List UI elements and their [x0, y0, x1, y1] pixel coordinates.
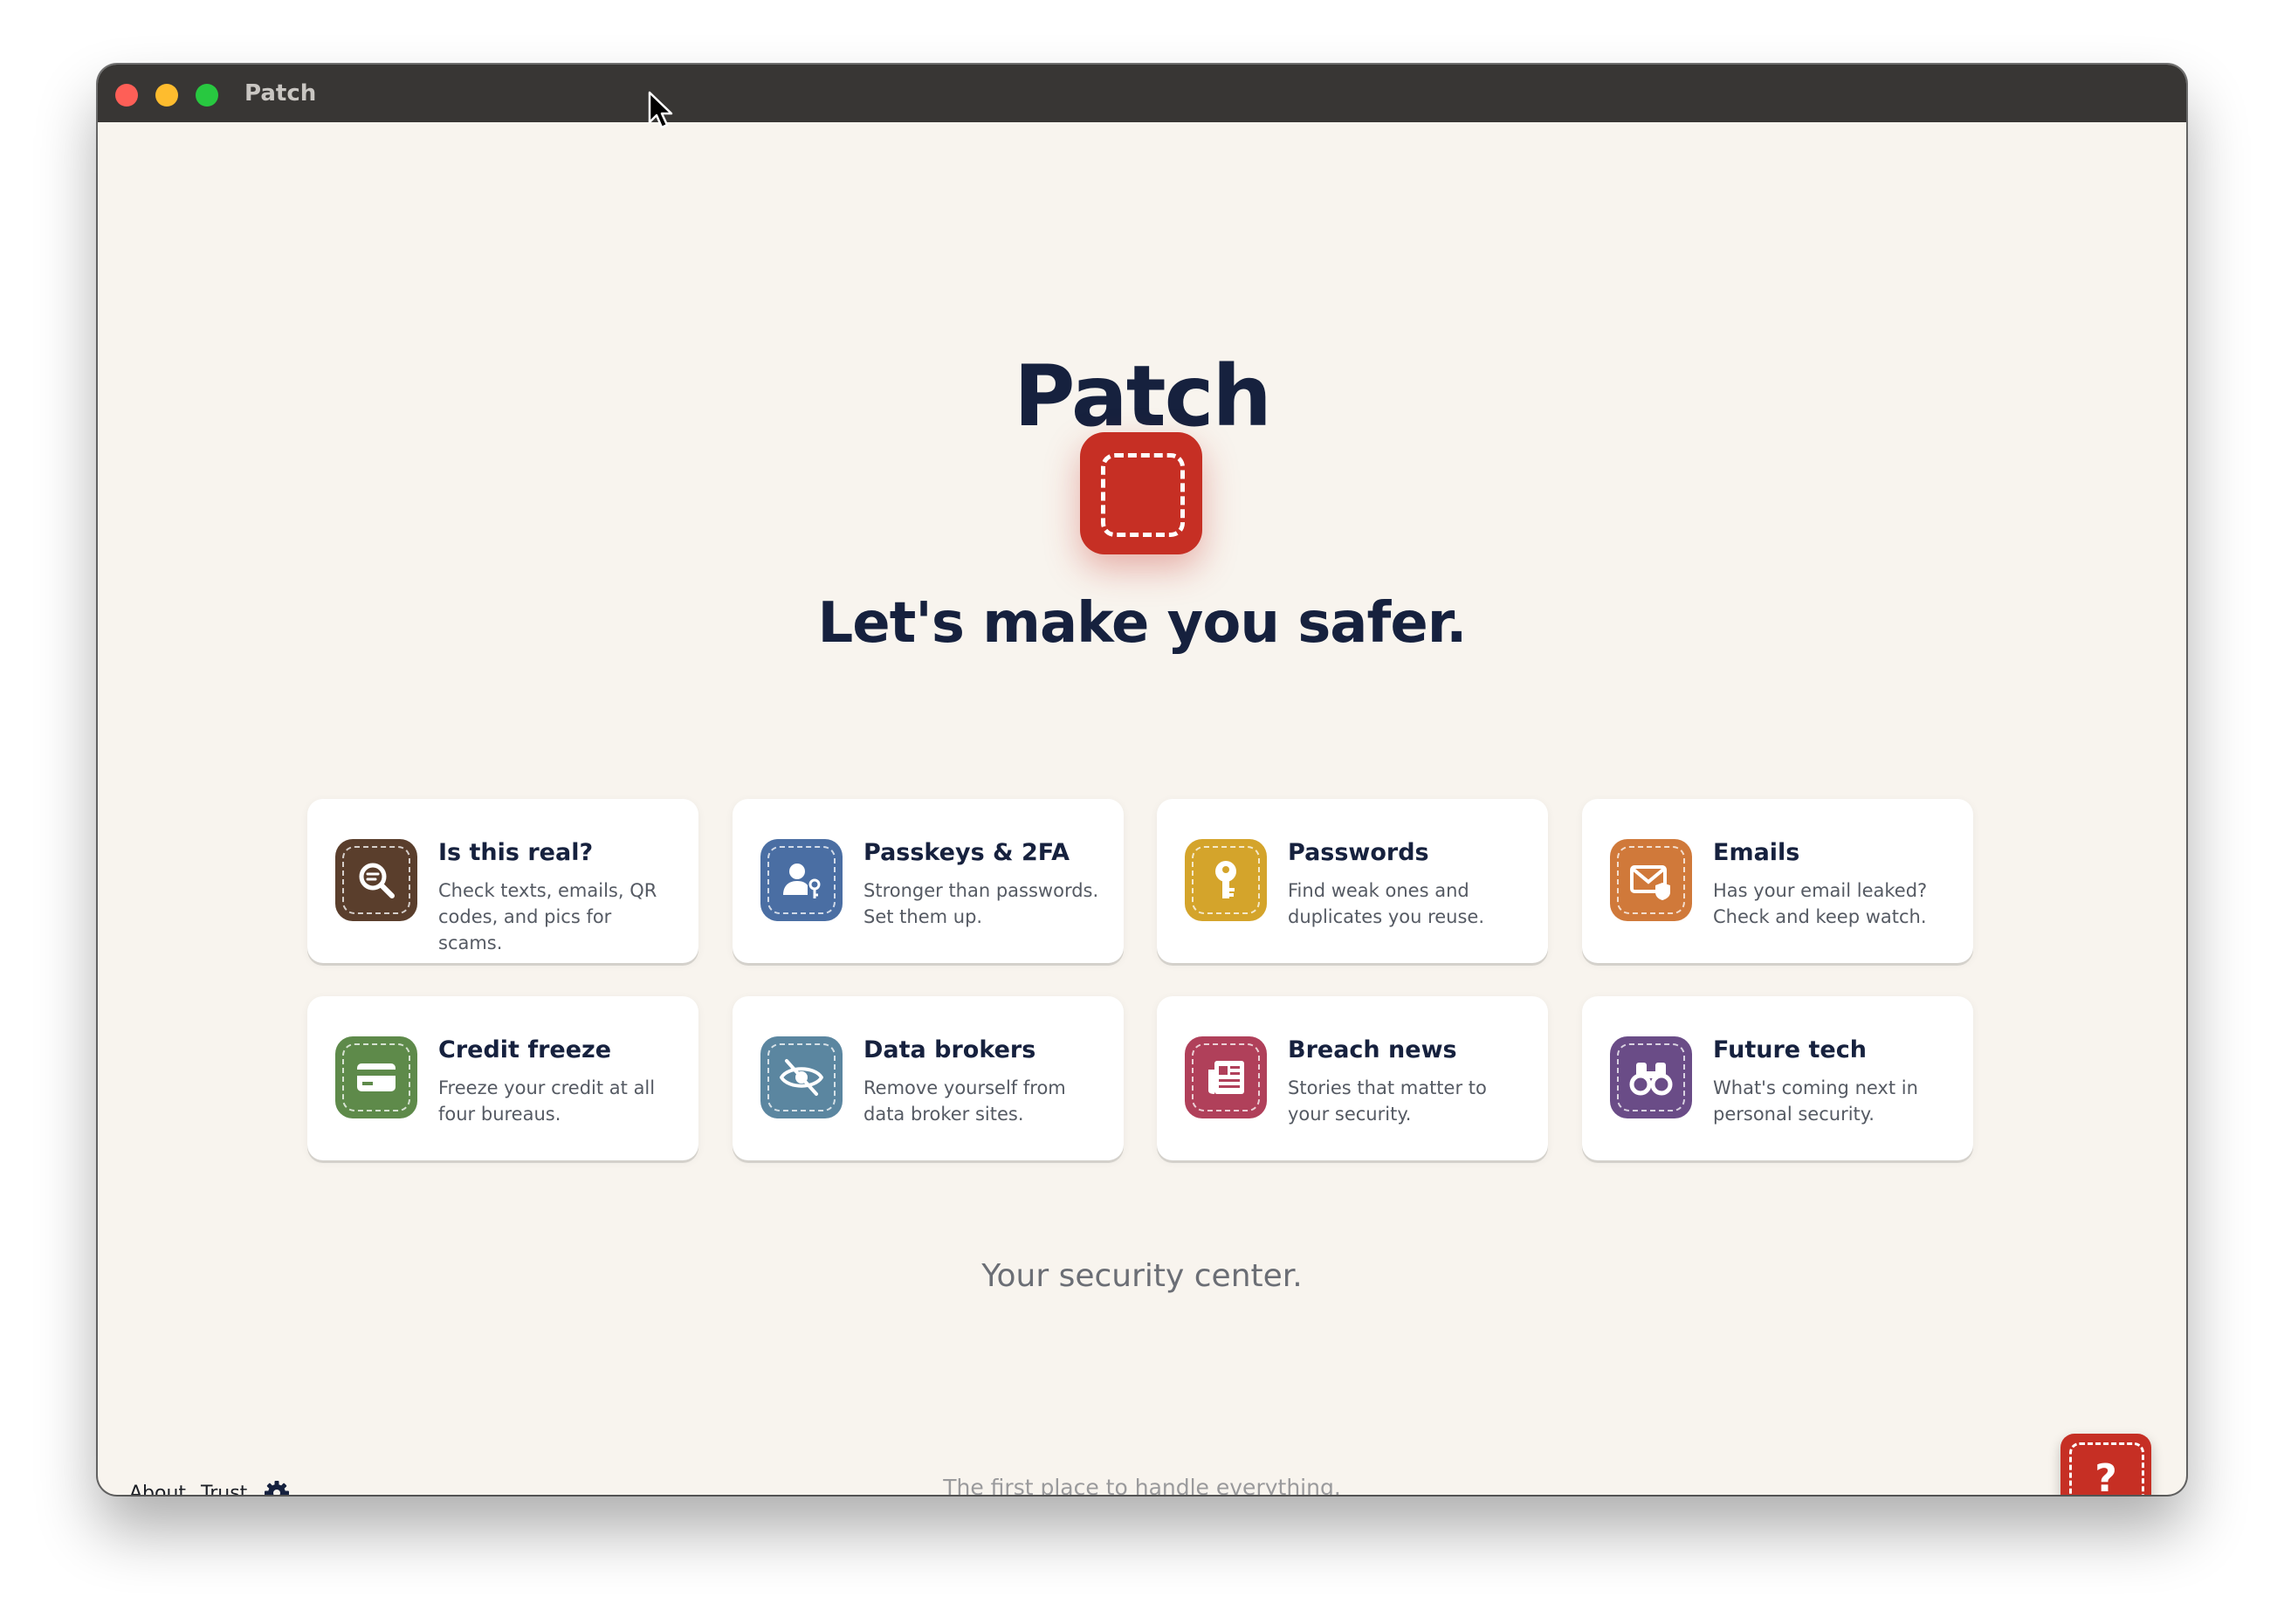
- card-description: Has your email leaked? Check and keep wa…: [1713, 880, 1928, 927]
- minimize-window-button[interactable]: [155, 84, 178, 107]
- newspaper-icon: [1185, 1036, 1267, 1118]
- card-title: Future tech: [1713, 1036, 1867, 1063]
- card-passwords[interactable]: Passwords Find weak ones and duplicates …: [1157, 799, 1548, 963]
- gear-icon[interactable]: [264, 1480, 290, 1495]
- about-link[interactable]: About: [129, 1481, 186, 1495]
- app-title: Patch: [1014, 348, 1272, 445]
- desktop: Patch Patch Let's make you safer. Is thi…: [0, 0, 2284, 1624]
- card-description: Find weak ones and duplicates you reuse.: [1288, 880, 1485, 927]
- tagline: Your security center.: [981, 1258, 1303, 1294]
- main-content: Patch Let's make you safer. Is this real…: [98, 122, 2186, 1495]
- user-key-icon: [760, 839, 843, 921]
- card-description: Freeze your credit at all four bureaus.: [438, 1077, 656, 1125]
- close-window-button[interactable]: [115, 84, 138, 107]
- card-title: Breach news: [1288, 1036, 1457, 1063]
- binoculars-icon: [1610, 1036, 1692, 1118]
- footer-note: The first place to handle everything.: [943, 1475, 1341, 1495]
- card-passkeys-2fa[interactable]: Passkeys & 2FA Stronger than passwords. …: [733, 799, 1124, 963]
- card-title: Emails: [1713, 839, 1800, 866]
- patch-logo: [1080, 432, 1202, 554]
- card-title: Credit freeze: [438, 1036, 612, 1063]
- key-icon: [1185, 839, 1267, 921]
- card-description: What's coming next in personal security.: [1713, 1077, 1918, 1125]
- help-button[interactable]: ?: [2060, 1434, 2151, 1495]
- card-title: Passkeys & 2FA: [863, 839, 1070, 866]
- card-description: Remove yourself from data broker sites.: [863, 1077, 1066, 1125]
- card-future-tech[interactable]: Future tech What's coming next in person…: [1582, 996, 1973, 1160]
- trust-link[interactable]: Trust: [201, 1481, 247, 1495]
- magnifier-scan-icon: [335, 839, 417, 921]
- card-title: Data brokers: [863, 1036, 1036, 1063]
- card-title: Is this real?: [438, 839, 594, 866]
- mouse-cursor-icon: [648, 91, 673, 129]
- card-title: Passwords: [1288, 839, 1429, 866]
- card-description: Stronger than passwords. Set them up.: [863, 880, 1099, 927]
- app-window: Patch Patch Let's make you safer. Is thi…: [98, 65, 2186, 1495]
- title-bar[interactable]: Patch: [98, 65, 2186, 122]
- card-breach-news[interactable]: Breach news Stories that matter to your …: [1157, 996, 1548, 1160]
- card-data-brokers[interactable]: Data brokers Remove yourself from data b…: [733, 996, 1124, 1160]
- window-title: Patch: [244, 80, 317, 107]
- card-credit-freeze[interactable]: Credit freeze Freeze your credit at all …: [307, 996, 698, 1160]
- card-emails[interactable]: Emails Has your email leaked? Check and …: [1582, 799, 1973, 963]
- envelope-shield-icon: [1610, 839, 1692, 921]
- card-is-this-real[interactable]: Is this real? Check texts, emails, QR co…: [307, 799, 698, 963]
- help-button-label: ?: [2095, 1456, 2117, 1495]
- card-description: Stories that matter to your security.: [1288, 1077, 1487, 1125]
- card-description: Check texts, emails, QR codes, and pics …: [438, 880, 657, 953]
- headline: Let's make you safer.: [817, 591, 1468, 656]
- eye-slash-icon: [760, 1036, 843, 1118]
- credit-card-icon: [335, 1036, 417, 1118]
- maximize-window-button[interactable]: [196, 84, 218, 107]
